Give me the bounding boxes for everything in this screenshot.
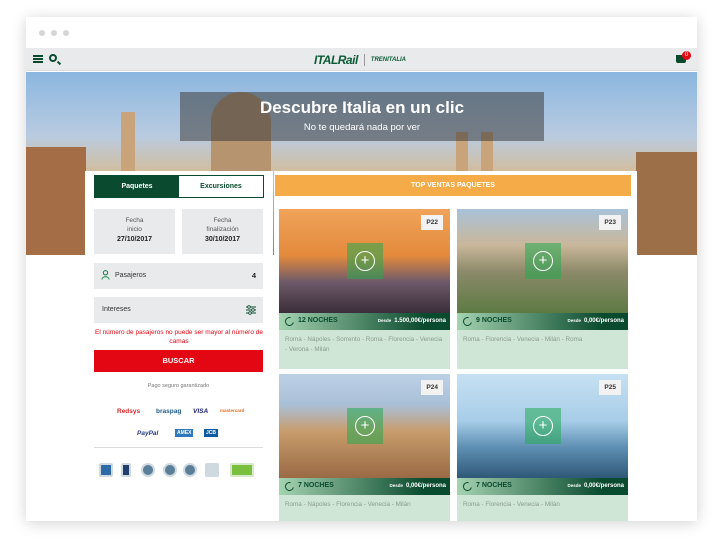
price-value: 1.500,00€/persona <box>394 318 446 324</box>
plus-icon: + <box>355 416 375 436</box>
package-price: Desde 0,00€/persona <box>567 483 624 489</box>
fecha-inicio-value: 27/10/2017 <box>116 236 153 243</box>
desde-label: Desde <box>567 318 581 323</box>
add-package-button[interactable]: + <box>347 243 383 279</box>
package-nights: 7 NOCHES <box>298 482 334 489</box>
tab-paquetes[interactable]: Paquetes <box>95 176 179 197</box>
window-chrome <box>26 17 697 48</box>
desde-label: Desde <box>377 318 392 323</box>
trust-seal-icon <box>205 463 219 477</box>
cart-count-badge: 0 <box>682 51 691 60</box>
fecha-fin-value: 30/10/2017 <box>204 236 241 243</box>
hero-text-box: Descubre Italia en un clic No te quedará… <box>180 92 544 141</box>
pasajeros-error: El número de pasajeros no puede ser mayo… <box>94 329 263 345</box>
mastercard-logo: mastercard <box>220 408 245 413</box>
window-dot <box>51 30 57 36</box>
package-card[interactable]: P22 + 12 NOCHES Desde 1.500,00€/persona R… <box>279 209 450 369</box>
trust-seal-icon <box>183 463 197 477</box>
hero-title: Descubre Italia en un clic <box>259 98 465 117</box>
desde-label: Desde <box>389 483 403 488</box>
browser-window: ITALRail TRENITALIA 0 Descubre Italia en… <box>26 17 697 521</box>
intereses-label: Intereses <box>102 306 131 313</box>
user-icon <box>101 270 110 280</box>
package-card[interactable]: P25 + 7 NOCHES Desde 0,00€/persona Roma -… <box>457 374 628 521</box>
package-card[interactable]: P23 + 9 NOCHES Desde 0,00€/persona Roma -… <box>457 209 628 369</box>
hero-subtitle: No te quedará nada por ver <box>303 122 421 133</box>
package-info-bar: 12 NOCHES Desde 1.500,00€/persona <box>279 313 450 330</box>
sliders-icon <box>246 305 256 315</box>
plus-icon: + <box>533 251 553 271</box>
logo-main: ITALRail <box>314 53 358 67</box>
desde-label: Desde <box>567 483 581 488</box>
trust-seal-icon <box>99 463 113 477</box>
hero-building <box>636 152 697 255</box>
package-nights: 12 NOCHES <box>298 317 338 324</box>
package-code: P23 <box>599 215 621 230</box>
package-price: Desde 0,00€/persona <box>567 318 624 324</box>
fecha-fin-field[interactable]: Fecha finalización 30/10/2017 <box>182 209 263 254</box>
trust-seal-icon <box>163 463 177 477</box>
search-tabs: Paquetes Excursiones <box>94 175 264 198</box>
package-code: P24 <box>421 380 443 395</box>
package-cities: Roma - Florencia - Venecia - Milán <box>463 501 560 508</box>
add-package-button[interactable]: + <box>347 408 383 444</box>
packages-panel: TOP VENTAS PAQUETES P22 + 12 NOCHES Desd… <box>274 171 637 521</box>
moon-icon <box>283 315 296 328</box>
pasajeros-label: Pasajeros <box>115 272 147 279</box>
fecha-inicio-field[interactable]: Fecha inicio 27/10/2017 <box>94 209 175 254</box>
package-info-bar: 7 NOCHES Desde 0,00€/persona <box>457 478 628 495</box>
site-logo[interactable]: ITALRail TRENITALIA <box>314 53 406 67</box>
trust-seal-icon <box>230 463 254 477</box>
fecha-fin-label: Fecha finalización <box>206 217 239 233</box>
menu-icon[interactable] <box>33 55 43 63</box>
package-card[interactable]: P24 + 7 NOCHES Desde 0,00€/persona Roma -… <box>279 374 450 521</box>
plus-icon: + <box>533 416 553 436</box>
moon-icon <box>461 480 474 493</box>
package-info-bar: 7 NOCHES Desde 0,00€/persona <box>279 478 450 495</box>
pasajeros-value: 4 <box>251 271 256 280</box>
hero-building <box>26 147 86 255</box>
package-cities: Roma - Nápoles - Sorrento - Roma - Flore… <box>285 336 443 353</box>
window-dot <box>63 30 69 36</box>
visa-logo: VISA <box>193 408 209 415</box>
package-nights: 9 NOCHES <box>476 317 512 324</box>
package-nights: 7 NOCHES <box>476 482 512 489</box>
intereses-field[interactable]: Intereses <box>94 297 263 323</box>
top-ventas-header: TOP VENTAS PAQUETES <box>275 175 631 196</box>
price-value: 0,00€/persona <box>405 483 446 489</box>
buscar-button[interactable]: BUSCAR <box>94 350 263 372</box>
jcb-logo: JCB <box>204 429 219 437</box>
add-package-button[interactable]: + <box>525 408 561 444</box>
price-value: 0,00€/persona <box>583 483 624 489</box>
window-dot <box>39 30 45 36</box>
search-panel: Paquetes Excursiones Fecha inicio 27/10/… <box>85 171 273 521</box>
pago-seguro-label: Pago seguro garantizado <box>147 383 210 389</box>
package-price: Desde 0,00€/persona <box>389 483 446 489</box>
amex-logo: AMEX <box>175 429 194 437</box>
braspag-logo: braspag <box>156 408 182 415</box>
package-code: P25 <box>599 380 621 395</box>
package-price: Desde 1.500,00€/persona <box>378 318 446 324</box>
redsys-logo: Redsys <box>117 408 141 415</box>
top-navbar: ITALRail TRENITALIA 0 <box>26 48 697 71</box>
package-cities: Roma - Florencia - Venecia - Milán - Rom… <box>463 336 583 343</box>
pasajeros-field[interactable]: Pasajeros 4 <box>94 263 263 289</box>
paypal-logo: PayPal <box>137 430 159 437</box>
tab-excursiones[interactable]: Excursiones <box>179 176 263 197</box>
add-package-button[interactable]: + <box>525 243 561 279</box>
package-cities: Roma - Nápoles - Florencia - Venecia - M… <box>285 501 411 508</box>
logo-sub: TRENITALIA <box>370 57 406 63</box>
divider <box>94 447 263 448</box>
trust-seal-icon <box>121 463 131 477</box>
package-info-bar: 9 NOCHES Desde 0,00€/persona <box>457 313 628 330</box>
moon-icon <box>461 315 474 328</box>
moon-icon <box>283 480 296 493</box>
trust-seal-icon <box>141 463 155 477</box>
logo-divider <box>363 54 365 66</box>
price-value: 0,00€/persona <box>583 318 624 324</box>
search-icon[interactable] <box>49 54 57 62</box>
fecha-inicio-label: Fecha inicio <box>125 217 144 233</box>
plus-icon: + <box>355 251 375 271</box>
package-code: P22 <box>421 215 443 230</box>
